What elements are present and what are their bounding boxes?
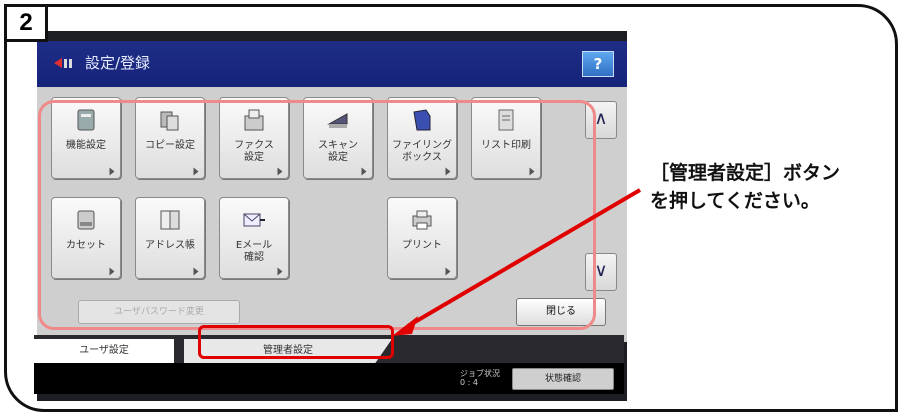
tab-user-settings[interactable]: ユーザ設定 bbox=[34, 339, 174, 363]
instruction-line-1: ［管理者設定］ボタン bbox=[650, 163, 841, 184]
step-number: 2 bbox=[7, 7, 48, 42]
settings-title-icon bbox=[54, 58, 72, 68]
page-title: 設定/登録 bbox=[85, 54, 151, 72]
instruction-text: ［管理者設定］ボタン を押してください。 bbox=[650, 160, 840, 216]
help-button[interactable]: ? bbox=[582, 51, 614, 77]
job-status-counter: ジョブ状況 0 : 4 bbox=[460, 369, 500, 387]
instruction-line-2: を押してください。 bbox=[650, 191, 820, 212]
status-bar: ジョブ状況 0 : 4 状態確認 bbox=[34, 363, 624, 394]
buttons-highlight bbox=[38, 100, 596, 330]
admin-tab-highlight bbox=[198, 325, 394, 359]
status-check-button[interactable]: 状態確認 bbox=[512, 368, 614, 390]
title-bar: 設定/登録 ? bbox=[37, 41, 627, 87]
